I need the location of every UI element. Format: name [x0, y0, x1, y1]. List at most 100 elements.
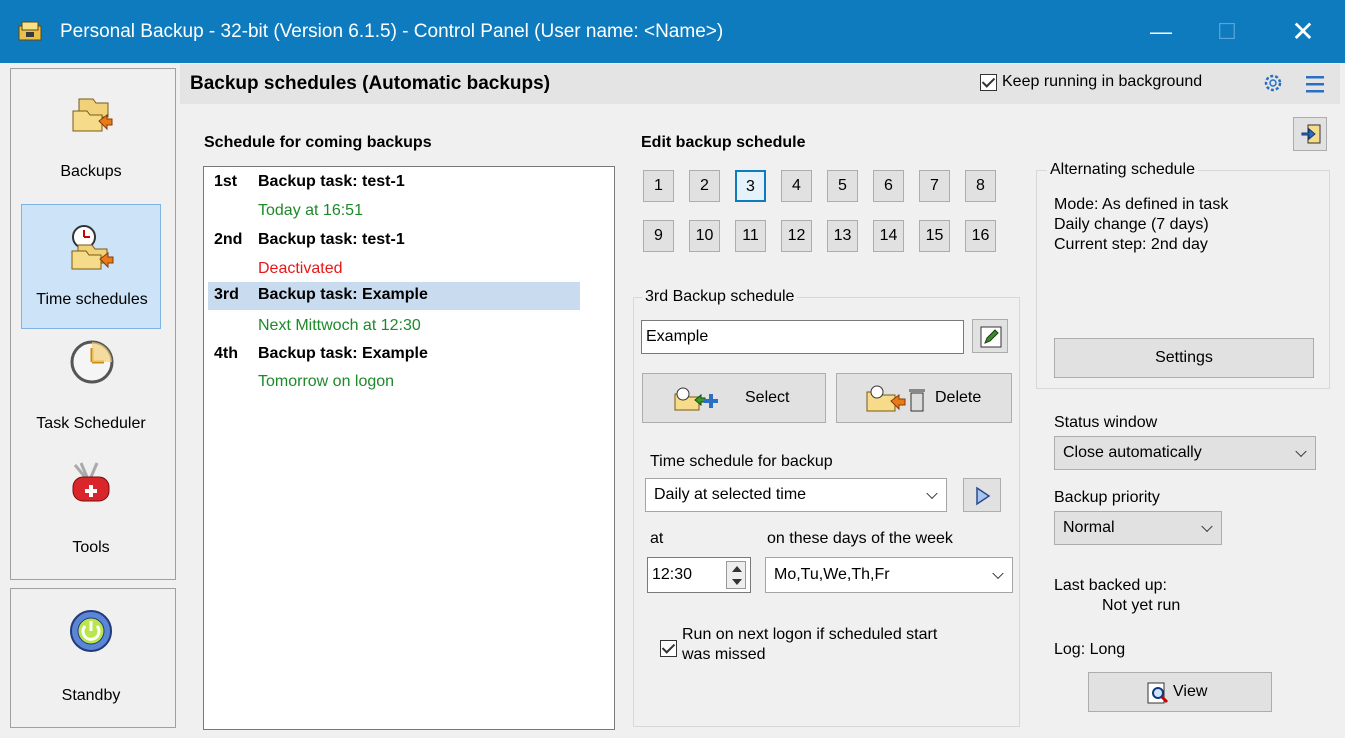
- gear-icon[interactable]: [1260, 70, 1286, 96]
- log-label: Log: Long: [1054, 641, 1126, 658]
- time-schedule-value: Daily at selected time: [654, 486, 807, 503]
- window-title: Personal Backup - 32-bit (Version 6.1.5)…: [60, 21, 724, 42]
- schedule-number-button[interactable]: 15: [919, 220, 950, 252]
- schedule-name-field[interactable]: Example: [641, 320, 964, 354]
- alternating-current-step: Current step: 2nd day: [1054, 236, 1208, 253]
- keep-running-label: Keep running in background: [1002, 73, 1203, 90]
- select-label: Select: [745, 389, 790, 406]
- time-schedules-icon: [71, 225, 114, 270]
- minimize-button[interactable]: —: [1138, 10, 1184, 54]
- schedule-number-button[interactable]: 5: [827, 170, 858, 202]
- keep-running-checkbox[interactable]: [980, 74, 997, 91]
- run-missed-label: Run on next logon if scheduled start: [682, 626, 938, 643]
- power-icon: [70, 610, 112, 652]
- import-button[interactable]: [1293, 117, 1327, 151]
- run-schedule-button[interactable]: [963, 478, 1001, 512]
- run-missed-label-2: was missed: [682, 646, 766, 663]
- schedule-number-button[interactable]: 11: [735, 220, 766, 252]
- select-button[interactable]: Select: [642, 373, 826, 423]
- days-dropdown[interactable]: Mo,Tu,We,Th,Fr: [765, 557, 1013, 593]
- sidebar-item-backups[interactable]: Backups: [21, 85, 161, 210]
- chevron-down-icon: [992, 567, 1004, 580]
- time-value: 12:30: [652, 566, 693, 583]
- edit-schedule-title: Edit backup schedule: [641, 134, 806, 151]
- schedule-number-button[interactable]: 13: [827, 220, 858, 252]
- standby-panel: Standby: [10, 588, 176, 728]
- sidebar-item-time-schedules[interactable]: Time schedules: [21, 204, 161, 329]
- item-detail: Tomorrow on logon: [258, 373, 395, 390]
- item-ordinal: 4th: [214, 345, 238, 362]
- list-item[interactable]: 2nd Backup task: test-1: [208, 227, 580, 255]
- item-detail: Next Mittwoch at 12:30: [258, 317, 421, 334]
- schedule-number-button[interactable]: 7: [919, 170, 950, 202]
- status-window-label: Status window: [1054, 414, 1158, 431]
- schedule-number-button[interactable]: 10: [689, 220, 720, 252]
- schedule-number-button[interactable]: 14: [873, 220, 904, 252]
- schedule-number-button[interactable]: 8: [965, 170, 996, 202]
- settings-button[interactable]: Settings: [1054, 338, 1314, 378]
- alternating-mode: Mode: As defined in task: [1054, 196, 1229, 213]
- pencil-icon: [980, 326, 1002, 348]
- list-item[interactable]: 1st Backup task: test-1: [208, 169, 580, 197]
- schedule-number-button[interactable]: 6: [873, 170, 904, 202]
- alternating-title: Alternating schedule: [1047, 161, 1198, 179]
- close-button[interactable]: ✕: [1280, 10, 1326, 54]
- schedule-number-button[interactable]: 9: [643, 220, 674, 252]
- item-task: Backup task: Example: [258, 286, 428, 303]
- schedule-number-button[interactable]: 2: [689, 170, 720, 202]
- spin-up-icon: [732, 566, 742, 572]
- time-schedule-dropdown[interactable]: Daily at selected time: [645, 478, 947, 512]
- sidebar-item-tools[interactable]: Tools: [21, 459, 161, 584]
- schedule-number-button[interactable]: 16: [965, 220, 996, 252]
- delete-button[interactable]: Delete: [836, 373, 1012, 423]
- page-title: Backup schedules (Automatic backups): [190, 73, 551, 94]
- view-log-button[interactable]: View: [1088, 672, 1272, 712]
- schedule-list-title: Schedule for coming backups: [204, 134, 432, 151]
- backup-priority-value: Normal: [1063, 519, 1115, 536]
- clock-icon: [70, 340, 114, 384]
- swiss-knife-icon: [72, 462, 110, 502]
- run-missed-checkbox[interactable]: [660, 640, 677, 657]
- item-ordinal: 3rd: [214, 286, 239, 303]
- standby-button[interactable]: Standby: [21, 599, 161, 724]
- status-window-dropdown[interactable]: Close automatically: [1054, 436, 1316, 470]
- schedule-number-button[interactable]: 12: [781, 220, 812, 252]
- sidebar-item-task-scheduler[interactable]: Task Scheduler: [21, 331, 161, 456]
- chevron-down-icon: [926, 487, 938, 500]
- menu-icon[interactable]: [1304, 73, 1326, 95]
- last-backed-value: Not yet run: [1102, 597, 1181, 614]
- at-label: at: [650, 530, 664, 547]
- time-spinner[interactable]: 12:30: [647, 557, 751, 593]
- sidebar-item-label: Time schedules: [36, 291, 148, 308]
- delete-schedule-icon: [866, 385, 925, 412]
- standby-label: Standby: [61, 687, 121, 704]
- spinner-arrows[interactable]: [726, 561, 746, 589]
- app-icon: [18, 21, 42, 41]
- item-task: Backup task: Example: [258, 345, 428, 362]
- page-header: Backup schedules (Automatic backups) Kee…: [180, 64, 1340, 104]
- schedule-number-button[interactable]: 4: [781, 170, 812, 202]
- schedule-number-button[interactable]: 1: [643, 170, 674, 202]
- add-schedule-icon: [674, 387, 718, 411]
- chevron-down-icon: [1201, 520, 1213, 533]
- alternating-daily-change: Daily change (7 days): [1054, 216, 1209, 233]
- schedule-number-button-active[interactable]: 3: [735, 170, 766, 202]
- list-item[interactable]: 4th Backup task: Example: [208, 341, 580, 369]
- backup-priority-label: Backup priority: [1054, 489, 1160, 506]
- status-window-value: Close automatically: [1063, 444, 1202, 461]
- edit-name-button[interactable]: [972, 319, 1008, 353]
- time-schedule-label: Time schedule for backup: [650, 453, 833, 470]
- backup-priority-dropdown[interactable]: Normal: [1054, 511, 1222, 545]
- chevron-down-icon: [1295, 445, 1307, 458]
- schedule-list[interactable]: 1st Backup task: test-1 Today at 16:51 2…: [203, 166, 615, 730]
- import-icon: [1301, 124, 1321, 144]
- maximize-button[interactable]: ☐: [1204, 10, 1250, 54]
- magnifier-icon: [1147, 682, 1169, 704]
- item-detail: Today at 16:51: [258, 202, 363, 219]
- title-bar: Personal Backup - 32-bit (Version 6.1.5)…: [0, 0, 1345, 63]
- group-title: 3rd Backup schedule: [642, 288, 798, 306]
- sidebar-item-label: Tools: [72, 539, 110, 556]
- days-label: on these days of the week: [767, 530, 953, 547]
- sidebar-item-label: Task Scheduler: [36, 415, 146, 432]
- list-item-selected[interactable]: 3rd Backup task: Example: [208, 282, 580, 310]
